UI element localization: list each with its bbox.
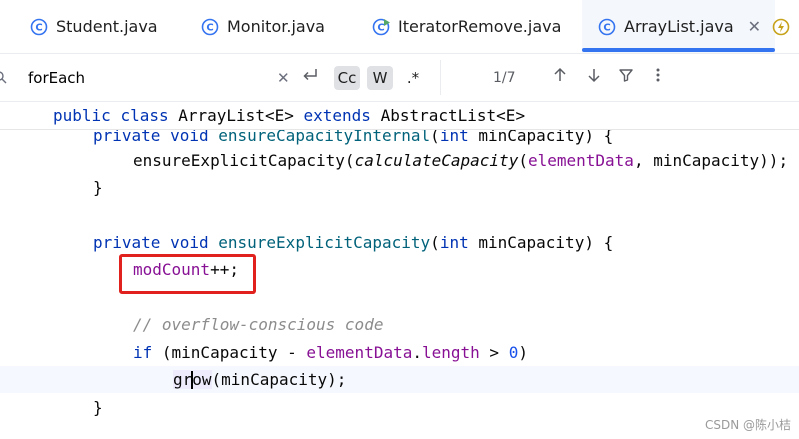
keyword-class: class (120, 106, 169, 125)
superclass-name: AbstractList<E> (380, 106, 526, 125)
method-call: ow (192, 370, 212, 389)
field-reference: length (422, 343, 480, 362)
comment: // overflow-conscious code (133, 315, 384, 334)
keyword-extends: extends (303, 106, 371, 125)
watermark: CSDN @陈小桔 (704, 418, 791, 432)
parameter: minCapacity (478, 233, 585, 252)
tab-label: IteratorRemove.java (398, 17, 562, 36)
tab-label: Monitor.java (227, 17, 325, 36)
method-name: ensureExplicitCapacity (218, 233, 431, 252)
method-call: gr (173, 370, 193, 389)
filter-icon[interactable] (618, 67, 634, 88)
type-parameter: <E> (264, 106, 294, 125)
keyword-public: public (53, 106, 111, 125)
close-icon[interactable]: ✕ (748, 17, 761, 36)
svg-text:C: C (206, 22, 213, 33)
field-reference: elementData (527, 151, 634, 170)
editor-tab-bar: C Student.java C Monitor.java C Iterator… (0, 0, 799, 54)
punctuation: ) (518, 343, 528, 362)
punctuation: ( (518, 151, 528, 170)
search-icon[interactable] (0, 54, 8, 101)
more-options-icon[interactable] (656, 67, 660, 88)
find-bar: forEach ✕ Cc W .* 1/7 (0, 54, 799, 102)
code-line: } (0, 394, 799, 421)
previous-occurrence-icon[interactable] (552, 67, 568, 88)
punctuation: ( (430, 233, 440, 252)
svg-text:C: C (603, 22, 610, 33)
whole-words-button[interactable]: W (367, 65, 393, 90)
expression: (minCapacity - (152, 343, 307, 362)
class-icon: C (30, 18, 48, 36)
active-tab-indicator (582, 48, 776, 52)
method-call: ensureExplicitCapacity (133, 151, 345, 170)
punctuation: ) { (584, 233, 614, 252)
tab-label: Student.java (56, 17, 158, 36)
tab-arraylist-java[interactable]: C ArrayList.java ✕ (582, 0, 776, 53)
svg-text:C: C (377, 22, 384, 33)
parameter: minCapacity (653, 151, 760, 170)
next-occurrence-icon[interactable] (586, 67, 602, 88)
keyword: private (93, 233, 161, 252)
punctuation: , (633, 151, 654, 170)
replace-toggle-icon[interactable] (301, 67, 319, 88)
class-name: ArrayList (178, 106, 265, 125)
tab-student-java[interactable]: C Student.java (30, 0, 158, 53)
closing-brace: } (93, 178, 103, 197)
svg-text:C: C (35, 22, 42, 33)
keyword: int (439, 233, 469, 252)
punctuation: . (412, 343, 422, 362)
keyword: void (170, 233, 209, 252)
code-line: if (minCapacity - elementData.length > 0… (0, 339, 799, 366)
match-case-button[interactable]: Cc (334, 65, 360, 90)
punctuation: ( (344, 151, 355, 170)
text-caret (191, 370, 194, 389)
arguments: (minCapacity); (211, 370, 347, 389)
lightning-icon (772, 18, 790, 36)
field-reference: elementData (306, 343, 413, 362)
search-input[interactable]: forEach (28, 69, 85, 87)
code-line: // overflow-conscious code (0, 311, 799, 338)
tab-monitor-java[interactable]: C Monitor.java (201, 0, 325, 53)
code-line: ensureExplicitCapacity(calculateCapacity… (0, 147, 799, 174)
closing-brace: } (93, 398, 103, 417)
match-counter: 1/7 (493, 69, 516, 86)
annotation-highlight-box (119, 254, 256, 294)
keyword: if (133, 343, 153, 362)
regex-button[interactable]: .* (400, 66, 426, 90)
punctuation: )); (759, 151, 789, 170)
current-line: grow(minCapacity); (0, 366, 799, 393)
divider (440, 60, 441, 95)
operator: > (479, 343, 509, 362)
class-icon: C (201, 18, 219, 36)
class-icon: C (598, 18, 616, 36)
code-line: } (0, 174, 799, 201)
number-literal: 0 (508, 343, 519, 362)
tab-overflow[interactable] (772, 0, 798, 53)
tab-iteratorremove-java[interactable]: C IteratorRemove.java (372, 0, 561, 53)
tab-label: ArrayList.java (624, 17, 734, 36)
static-method-call: calculateCapacity (354, 151, 519, 170)
sticky-class-header[interactable]: public class ArrayList<E> extends Abstra… (0, 102, 799, 130)
runnable-class-icon: C (372, 18, 390, 36)
code-line: private void ensureExplicitCapacity(int … (0, 229, 799, 256)
clear-icon[interactable]: ✕ (277, 69, 290, 87)
